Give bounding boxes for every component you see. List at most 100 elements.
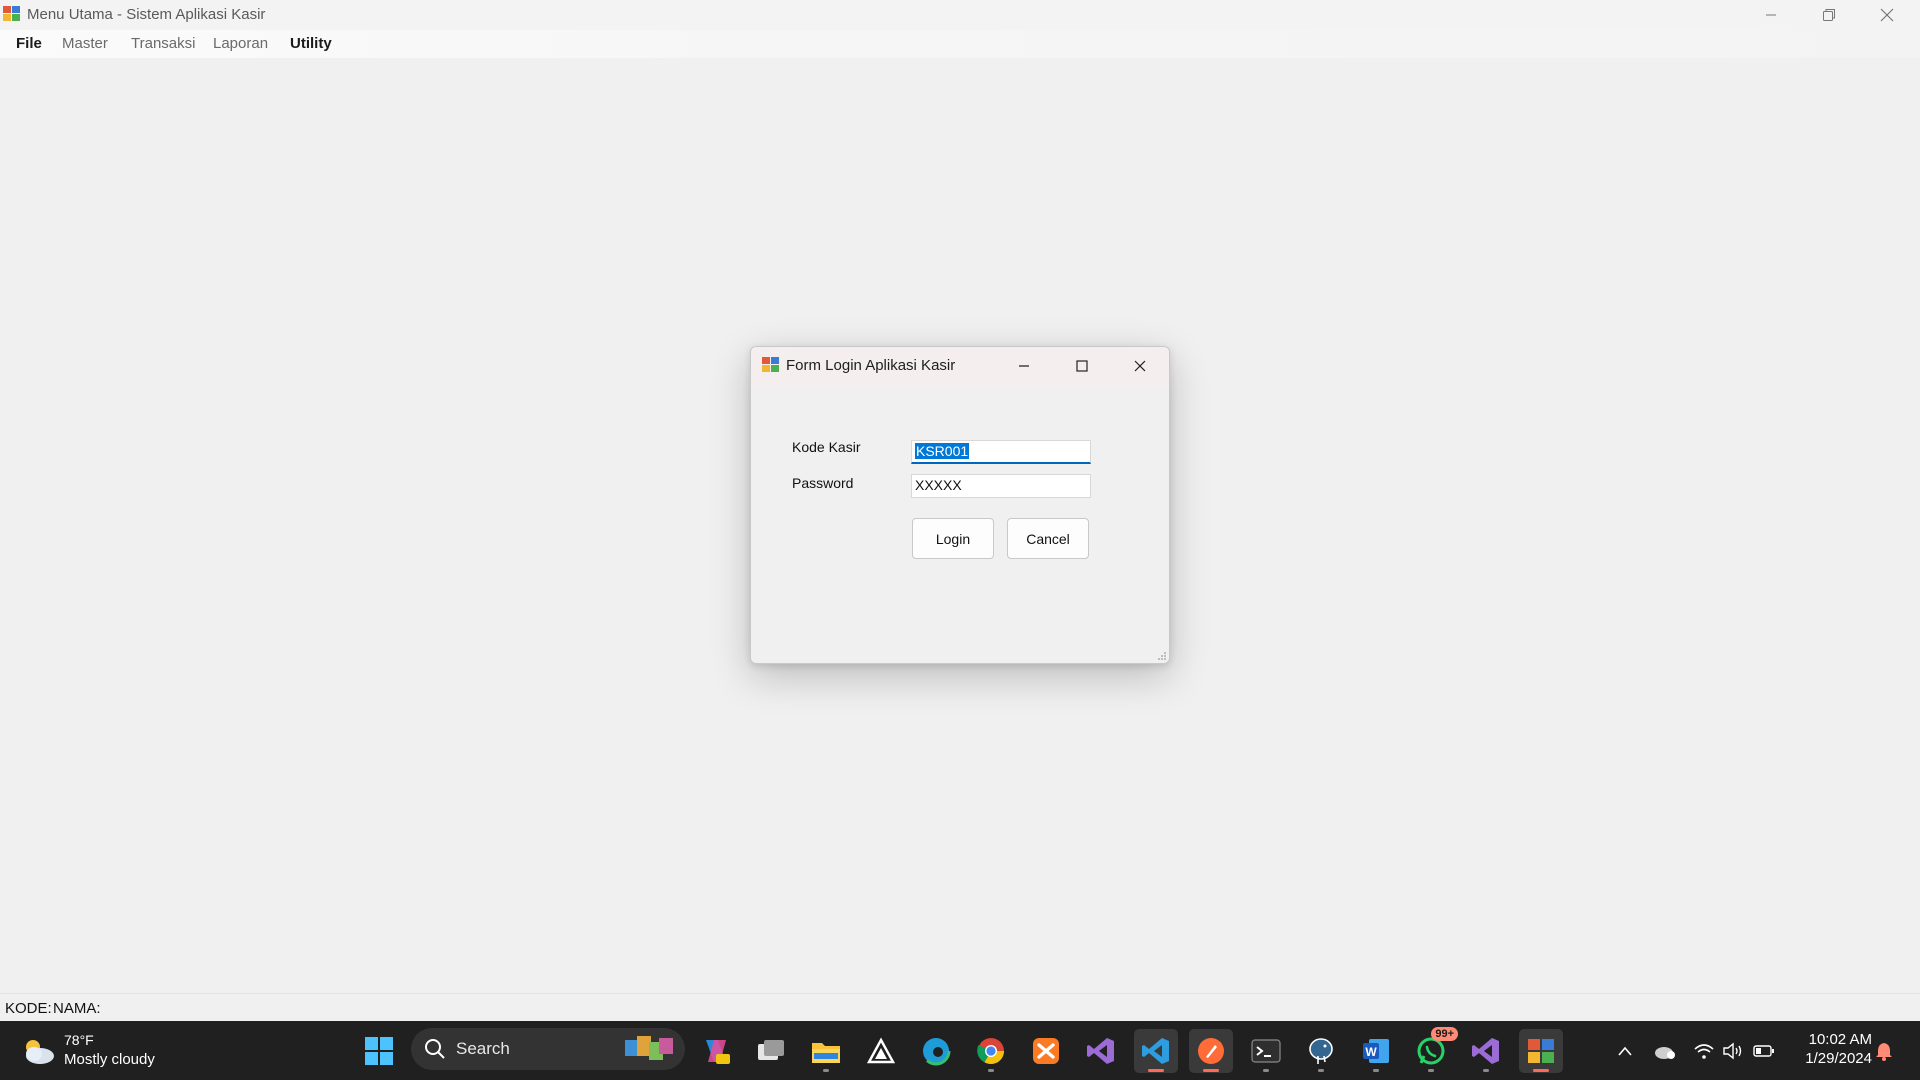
taskbar-unity[interactable] (859, 1029, 903, 1073)
start-button[interactable] (357, 1029, 401, 1073)
restore-button[interactable] (1800, 0, 1858, 30)
running-indicator (1373, 1069, 1379, 1072)
password-value: XXXXX (915, 477, 962, 493)
xampp-icon (1033, 1038, 1059, 1064)
search-highlight-icon (625, 1036, 673, 1060)
visual-studio-icon (1087, 1038, 1114, 1064)
menu-utility[interactable]: Utility (290, 35, 332, 52)
running-indicator (1483, 1069, 1489, 1072)
running-indicator (1428, 1069, 1434, 1072)
taskbar-copilot[interactable] (694, 1029, 738, 1073)
login-title: Form Login Aplikasi Kasir (786, 357, 956, 374)
tray-onedrive[interactable] (1653, 1039, 1677, 1063)
main-window-title: Menu Utama - Sistem Aplikasi Kasir (27, 6, 266, 23)
running-indicator (1203, 1069, 1219, 1072)
taskbar-task-view[interactable] (749, 1029, 793, 1073)
weather-temp: 78°F (64, 1032, 94, 1048)
running-indicator (1263, 1069, 1269, 1072)
copilot-icon (706, 1040, 730, 1064)
password-input[interactable]: XXXXX (911, 474, 1091, 498)
tray-overflow-button[interactable] (1613, 1039, 1637, 1063)
clock-time: 10:02 AM (1808, 1031, 1872, 1048)
taskbar-xampp[interactable] (1024, 1029, 1068, 1073)
password-label: Password (792, 475, 854, 491)
app-icon (762, 357, 779, 372)
postgresql-icon (1309, 1038, 1333, 1064)
unity-icon (867, 1037, 895, 1064)
volume-icon (1723, 1042, 1742, 1060)
battery-icon (1753, 1045, 1774, 1057)
taskbar-visual-studio[interactable] (1079, 1029, 1123, 1073)
running-indicator (988, 1069, 994, 1072)
cancel-button[interactable]: Cancel (1007, 518, 1089, 559)
running-indicator (1148, 1069, 1164, 1072)
running-indicator (1318, 1069, 1324, 1072)
app-icon (3, 6, 20, 21)
close-button[interactable] (1858, 0, 1916, 30)
close-icon (1134, 360, 1146, 372)
close-icon (1880, 8, 1894, 22)
taskbar-clock[interactable]: 10:02 AM 1/29/2024 (1792, 1031, 1872, 1067)
windows-start-icon (365, 1037, 393, 1065)
menu-transaksi[interactable]: Transaksi (131, 35, 195, 52)
taskbar-chrome[interactable] (969, 1029, 1013, 1073)
running-indicator (1533, 1069, 1549, 1072)
tray-volume[interactable] (1721, 1039, 1745, 1063)
postman-icon (1198, 1038, 1224, 1064)
chrome-icon (977, 1038, 1005, 1065)
weather-condition: Mostly cloudy (64, 1051, 155, 1068)
taskbar-postgresql[interactable] (1299, 1029, 1343, 1073)
kode-kasir-label: Kode Kasir (792, 439, 861, 455)
login-button[interactable]: Login (912, 518, 994, 559)
tray-battery[interactable] (1752, 1039, 1776, 1063)
dialog-maximize-button[interactable] (1059, 347, 1105, 385)
kode-kasir-value: KSR001 (915, 443, 970, 459)
taskbar-file-explorer[interactable] (804, 1029, 848, 1073)
notification-badge: 99+ (1431, 1027, 1458, 1041)
notifications-button[interactable] (1872, 1039, 1896, 1063)
dialog-close-button[interactable] (1117, 347, 1163, 385)
wifi-icon (1694, 1044, 1714, 1059)
vscode-icon (1142, 1038, 1169, 1064)
chevron-up-icon (1618, 1046, 1632, 1056)
resize-grip-icon[interactable] (1157, 651, 1167, 661)
cloudy-weather-icon (26, 1040, 54, 1064)
taskbar-whatsapp[interactable]: 99+ (1409, 1027, 1458, 1073)
taskbar-vscode[interactable] (1134, 1029, 1178, 1073)
taskbar-word[interactable]: W (1354, 1029, 1398, 1073)
dialog-minimize-button[interactable] (1001, 347, 1047, 385)
terminal-icon (1251, 1039, 1281, 1063)
search-icon (425, 1039, 445, 1059)
taskbar-search[interactable]: Search (411, 1028, 685, 1070)
taskbar-edge[interactable] (914, 1029, 958, 1073)
svg-text:W: W (1365, 1045, 1377, 1059)
taskbar-postman[interactable] (1189, 1029, 1233, 1073)
maximize-icon (1076, 360, 1088, 372)
word-icon: W (1363, 1039, 1389, 1063)
taskbar-visual-studio-2[interactable] (1464, 1029, 1508, 1073)
taskbar-kasir-app[interactable] (1519, 1029, 1563, 1073)
cloud-sync-icon (1655, 1047, 1675, 1059)
taskbar: 78°F Mostly cloudy Search W 99+ 10:02 AM… (0, 1021, 1920, 1080)
taskbar-terminal[interactable] (1244, 1029, 1288, 1073)
login-titlebar[interactable]: Form Login Aplikasi Kasir (751, 347, 1169, 385)
status-kode-label: KODE: (5, 1000, 52, 1017)
statusbar: KODE: NAMA: (0, 993, 1920, 1021)
kode-kasir-input[interactable]: KSR001 (911, 440, 1091, 464)
menubar: File Master Transaksi Laporan Utility (0, 30, 1920, 58)
minimize-icon (1019, 365, 1029, 367)
task-view-icon (758, 1040, 784, 1060)
weather-widget[interactable]: 78°F Mostly cloudy (20, 1029, 170, 1073)
tray-wifi[interactable] (1692, 1039, 1716, 1063)
main-titlebar[interactable]: Menu Utama - Sistem Aplikasi Kasir (0, 0, 1920, 30)
status-nama-label: NAMA: (53, 1000, 101, 1017)
menu-master[interactable]: Master (62, 35, 108, 52)
menu-file[interactable]: File (16, 35, 42, 52)
menu-laporan[interactable]: Laporan (213, 35, 268, 52)
file-explorer-icon (812, 1043, 840, 1063)
search-placeholder: Search (456, 1039, 510, 1058)
minimize-button[interactable] (1742, 0, 1800, 30)
minimize-icon (1766, 14, 1776, 16)
kasir-app-icon (1528, 1039, 1554, 1063)
running-indicator (823, 1069, 829, 1072)
